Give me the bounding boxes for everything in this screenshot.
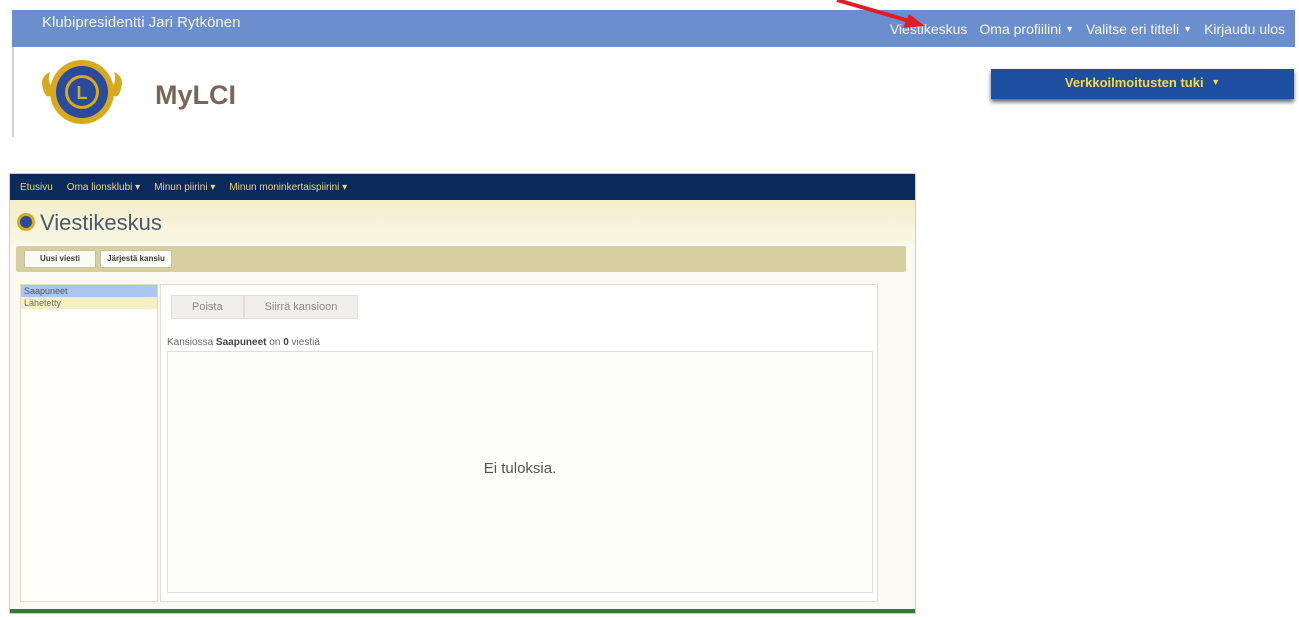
caret-down-icon: ▼ (1211, 77, 1221, 87)
info-suffix: viestiä (291, 337, 320, 348)
lions-logo: L (42, 60, 122, 124)
lions-emblem-icon (17, 213, 35, 231)
folder-message-count: Kansiossa Saapuneet on 0 viestiä (167, 337, 320, 348)
nav-logout-label: Kirjaudu ulos (1204, 21, 1285, 37)
annotation-arrow-icon (836, 0, 925, 28)
caret-down-icon: ▼ (1183, 24, 1193, 34)
message-actions: Poista Siirrä kansioon (171, 295, 359, 319)
bottom-divider (10, 609, 915, 613)
folder-list: Saapuneet Lähetetty (20, 284, 158, 602)
new-message-button[interactable]: Uusi viesti (24, 250, 96, 268)
nav-my-profile-label: Oma profiilini (979, 21, 1062, 37)
nav-select-title-label: Valitse eri titteli (1086, 21, 1180, 37)
page-title-bar: Viestikeskus (10, 200, 915, 244)
move-to-folder-button[interactable]: Siirrä kansioon (243, 295, 359, 319)
folder-inbox[interactable]: Saapuneet (21, 285, 157, 297)
folder-sent[interactable]: Lähetetty (21, 297, 157, 309)
support-label: Verkkoilmoitusten tuki (1064, 75, 1204, 90)
info-middle: on (269, 337, 281, 348)
subnav-my-district[interactable]: Minun piirini ▾ (154, 182, 215, 200)
info-count: 0 (283, 337, 289, 348)
message-panel: Poista Siirrä kansioon Kansiossa Saapune… (160, 284, 878, 602)
message-results: Ei tuloksia. (167, 351, 873, 593)
nav-my-profile[interactable]: Oma profiilini ▼ (979, 21, 1074, 37)
empty-results-text: Ei tuloksia. (483, 460, 557, 477)
brand-title: MyLCI (155, 80, 236, 110)
nav-select-title[interactable]: Valitse eri titteli ▼ (1086, 21, 1192, 37)
top-bar: Klubipresidentti Jari Rytkönen Viestikes… (12, 10, 1295, 47)
message-center-screenshot: Etusivu Oma lionsklubi ▾ Minun piirini ▾… (9, 173, 916, 614)
subnav-home[interactable]: Etusivu (20, 182, 53, 200)
top-navigation: Viestikeskus Oma profiilini ▼ Valitse eri… (890, 21, 1285, 37)
message-toolbar: Uusi viesti Järjestä kansiu (16, 246, 906, 272)
info-prefix: Kansiossa (167, 337, 214, 348)
secondary-navigation: Etusivu Oma lionsklubi ▾ Minun piirini ▾… (10, 174, 915, 200)
info-folder-name: Saapuneet (215, 337, 267, 348)
caret-down-icon: ▼ (1065, 24, 1075, 34)
user-title: Klubipresidentti Jari Rytkönen (42, 14, 241, 31)
subnav-my-club[interactable]: Oma lionsklubi ▾ (67, 182, 140, 200)
delete-button[interactable]: Poista (171, 295, 244, 319)
organize-folder-button[interactable]: Järjestä kansiu (100, 250, 172, 268)
screenshot-root: Klubipresidentti Jari Rytkönen Viestikes… (0, 0, 1299, 617)
page-title: Viestikeskus (40, 210, 162, 235)
online-report-support-button[interactable]: Verkkoilmoitusten tuki ▼ (991, 69, 1294, 99)
svg-text:L: L (77, 83, 88, 103)
nav-logout[interactable]: Kirjaudu ulos (1204, 21, 1285, 37)
subnav-my-multiple-district[interactable]: Minun moninkertaispiirini ▾ (229, 182, 347, 200)
site-header: L MyLCI Verkkoilmoitusten tuki ▼ (12, 47, 1295, 137)
